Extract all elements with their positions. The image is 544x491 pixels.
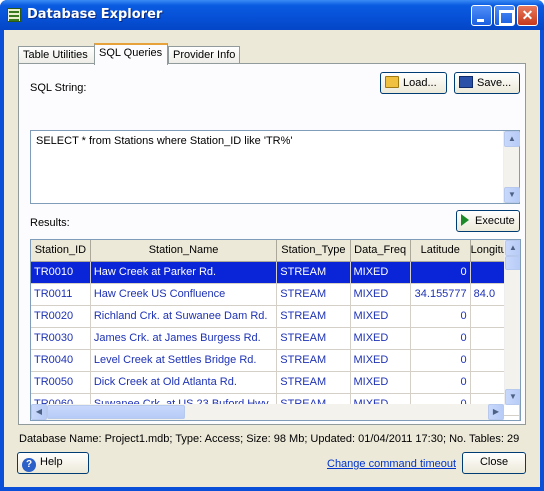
table-cell[interactable]: TR0010 — [31, 261, 91, 284]
scroll-up-icon[interactable]: ▲ — [505, 240, 520, 256]
scroll-down-icon[interactable]: ▼ — [504, 187, 520, 203]
table-cell[interactable]: MIXED — [350, 283, 411, 306]
table-cell[interactable]: TR0011 — [31, 283, 91, 306]
table-cell[interactable]: James Crk. at James Burgess Rd. — [90, 327, 278, 350]
scroll-down-icon[interactable]: ▼ — [505, 389, 520, 405]
column-header[interactable]: Station_Type — [276, 240, 351, 262]
database-explorer-window: Database Explorer Table Utilities SQL Qu… — [0, 0, 544, 491]
table-cell[interactable]: MIXED — [350, 371, 411, 394]
sql-queries-panel: SQL String: Load... Save... SELECT * fro… — [18, 63, 526, 425]
table-cell[interactable]: TR0030 — [31, 327, 91, 350]
table-cell[interactable]: MIXED — [350, 327, 411, 350]
close-button[interactable]: Close — [462, 452, 526, 474]
scroll-up-icon[interactable]: ▲ — [504, 131, 520, 147]
help-icon: ? — [22, 458, 36, 472]
vertical-scroll-thumb[interactable] — [505, 256, 520, 270]
execute-label: Execute — [475, 215, 515, 227]
table-cell[interactable]: 0 — [410, 327, 471, 350]
header-row: Station_ID Station_Name Station_Type Dat… — [31, 240, 520, 262]
title-bar[interactable]: Database Explorer — [0, 0, 544, 30]
table-cell[interactable]: MIXED — [350, 305, 411, 328]
table-cell[interactable]: STREAM — [276, 327, 351, 350]
help-button[interactable]: ? Help — [17, 452, 89, 474]
close-window-button[interactable] — [517, 5, 538, 26]
sql-string-input[interactable]: SELECT * from Stations where Station_ID … — [30, 130, 520, 204]
load-label: Load... — [403, 77, 437, 89]
table-cell[interactable]: TR0020 — [31, 305, 91, 328]
table-cell[interactable]: 0 — [410, 261, 471, 284]
column-header[interactable]: Latitude — [410, 240, 471, 262]
horizontal-scroll-thumb[interactable] — [47, 405, 185, 419]
minimize-button[interactable] — [471, 5, 492, 26]
table-row[interactable]: TR0050 Dick Creek at Old Atlanta Rd. STREA… — [31, 371, 520, 394]
table-cell[interactable]: TR0040 — [31, 349, 91, 372]
sql-vertical-scrollbar[interactable]: ▲ ▼ — [503, 131, 520, 203]
database-status-text: Database Name: Project1.mdb; Type: Acces… — [19, 433, 520, 445]
results-grid[interactable]: Station_ID Station_Name Station_Type Dat… — [30, 239, 521, 421]
table-row[interactable]: TR0020 Richland Crk. at Suwanee Dam Rd. ST… — [31, 305, 520, 328]
table-cell[interactable]: Dick Creek at Old Atlanta Rd. — [90, 371, 278, 394]
table-cell[interactable]: STREAM — [276, 305, 351, 328]
help-label: Help — [40, 456, 63, 468]
column-header[interactable]: Station_ID — [31, 240, 91, 262]
load-button[interactable]: Load... — [380, 72, 447, 94]
table-row[interactable]: TR0010 Haw Creek at Parker Rd. STREAM MIXED… — [31, 261, 520, 284]
results-table: Station_ID Station_Name Station_Type Dat… — [31, 240, 520, 420]
tab-provider-info[interactable]: Provider Info — [168, 46, 240, 64]
dialog-client: Table Utilities SQL Queries Provider Inf… — [4, 30, 540, 487]
column-header[interactable]: Station_Name — [90, 240, 278, 262]
table-cell[interactable]: STREAM — [276, 349, 351, 372]
database-icon — [7, 8, 21, 22]
floppy-disk-icon — [459, 76, 473, 88]
open-folder-icon — [385, 76, 399, 88]
table-cell[interactable]: 0 — [410, 305, 471, 328]
table-cell[interactable]: STREAM — [276, 371, 351, 394]
table-row[interactable]: TR0011 Haw Creek US Confluence STREAM MIXED… — [31, 283, 520, 306]
sql-string-label: SQL String: — [30, 82, 87, 94]
table-cell[interactable]: Richland Crk. at Suwanee Dam Rd. — [90, 305, 278, 328]
table-cell[interactable]: Level Creek at Settles Bridge Rd. — [90, 349, 278, 372]
table-cell[interactable]: STREAM — [276, 261, 351, 284]
scroll-right-icon[interactable]: ▶ — [488, 404, 504, 420]
table-cell[interactable]: Haw Creek US Confluence — [90, 283, 278, 306]
scroll-left-icon[interactable]: ◀ — [31, 404, 47, 420]
column-header[interactable]: Data_Freq — [350, 240, 411, 262]
save-label: Save... — [477, 77, 512, 89]
sql-string-value: SELECT * from Stations where Station_ID … — [36, 135, 293, 147]
grid-horizontal-scrollbar[interactable]: ◀ ▶ — [31, 404, 504, 420]
table-cell[interactable]: 34.155777 — [410, 283, 471, 306]
save-button[interactable]: Save... — [454, 72, 520, 94]
results-label: Results: — [30, 217, 70, 229]
window-title: Database Explorer — [27, 7, 163, 22]
table-cell[interactable]: 0 — [410, 371, 471, 394]
table-row[interactable]: TR0040 Level Creek at Settles Bridge Rd. S… — [31, 349, 520, 372]
table-cell[interactable]: 0 — [410, 349, 471, 372]
tab-sql-queries[interactable]: SQL Queries — [94, 43, 168, 65]
table-row[interactable]: TR0030 James Crk. at James Burgess Rd. STR… — [31, 327, 520, 350]
play-icon — [461, 214, 469, 226]
tab-table-utilities[interactable]: Table Utilities — [18, 46, 95, 64]
table-cell[interactable]: MIXED — [350, 349, 411, 372]
grid-vertical-scrollbar[interactable]: ▲ ▼ — [504, 240, 520, 405]
table-cell[interactable]: MIXED — [350, 261, 411, 284]
change-timeout-link[interactable]: Change command timeout — [327, 458, 456, 470]
table-cell[interactable]: TR0050 — [31, 371, 91, 394]
execute-button[interactable]: Execute — [456, 210, 520, 232]
maximize-button[interactable] — [494, 5, 515, 26]
table-cell[interactable]: STREAM — [276, 283, 351, 306]
table-cell[interactable]: Haw Creek at Parker Rd. — [90, 261, 278, 284]
